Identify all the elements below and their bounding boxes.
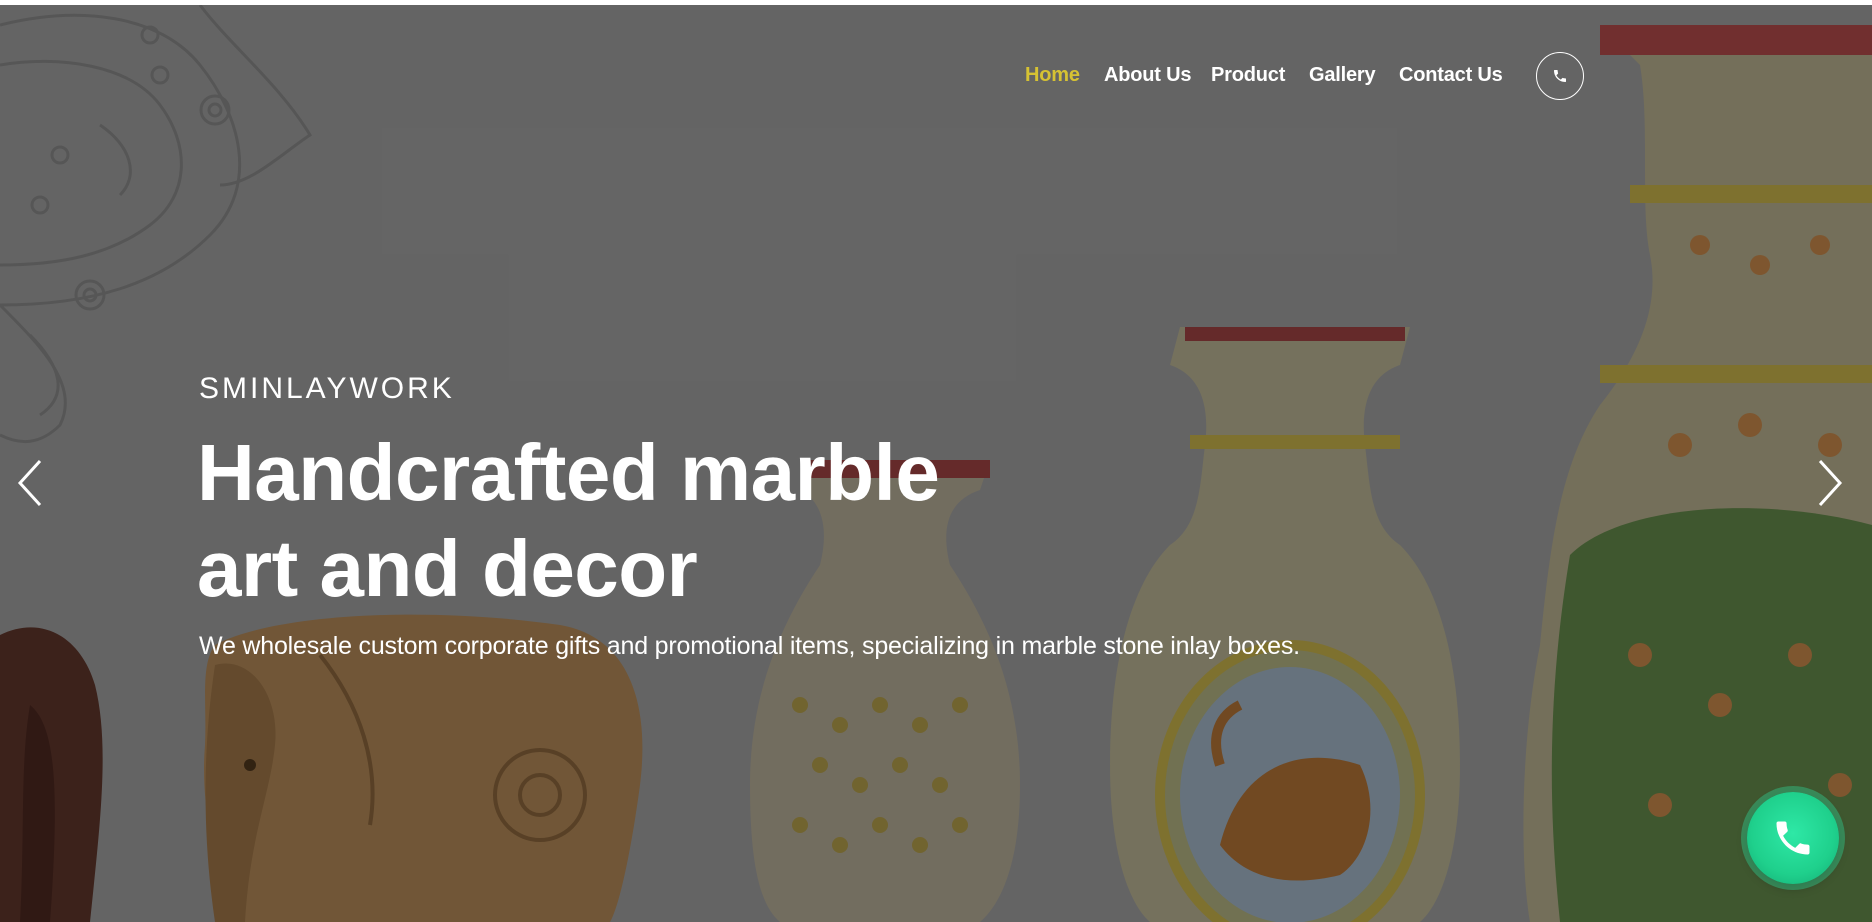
nav-item-about-us[interactable]: About Us bbox=[1104, 64, 1191, 87]
slider-next-button[interactable] bbox=[1810, 455, 1850, 511]
floating-call-button[interactable] bbox=[1747, 792, 1839, 884]
hero-headline-line-1: Handcrafted marble bbox=[197, 428, 940, 517]
hero-eyebrow-brand: SMINLAYWORK bbox=[199, 372, 455, 405]
chevron-left-icon bbox=[17, 459, 42, 507]
main-navigation: Home About Us Product Gallery Contact Us bbox=[1000, 50, 1600, 106]
nav-item-contact-us[interactable]: Contact Us bbox=[1399, 64, 1503, 87]
phone-icon bbox=[1554, 70, 1566, 82]
nav-item-home[interactable]: Home bbox=[1025, 64, 1080, 87]
hero-slider: Home About Us Product Gallery Contact Us… bbox=[0, 5, 1872, 922]
hero-subtext: We wholesale custom corporate gifts and … bbox=[199, 632, 1300, 660]
slider-prev-button[interactable] bbox=[10, 455, 50, 511]
nav-item-product[interactable]: Product bbox=[1211, 64, 1285, 87]
hero-headline-line-2: art and decor bbox=[197, 524, 698, 613]
hero-headline: Handcrafted marble art and decor bbox=[197, 425, 940, 617]
header-call-button[interactable] bbox=[1536, 52, 1584, 100]
nav-item-gallery[interactable]: Gallery bbox=[1309, 64, 1376, 87]
chevron-right-icon bbox=[1818, 459, 1843, 507]
phone-icon bbox=[1776, 821, 1810, 855]
